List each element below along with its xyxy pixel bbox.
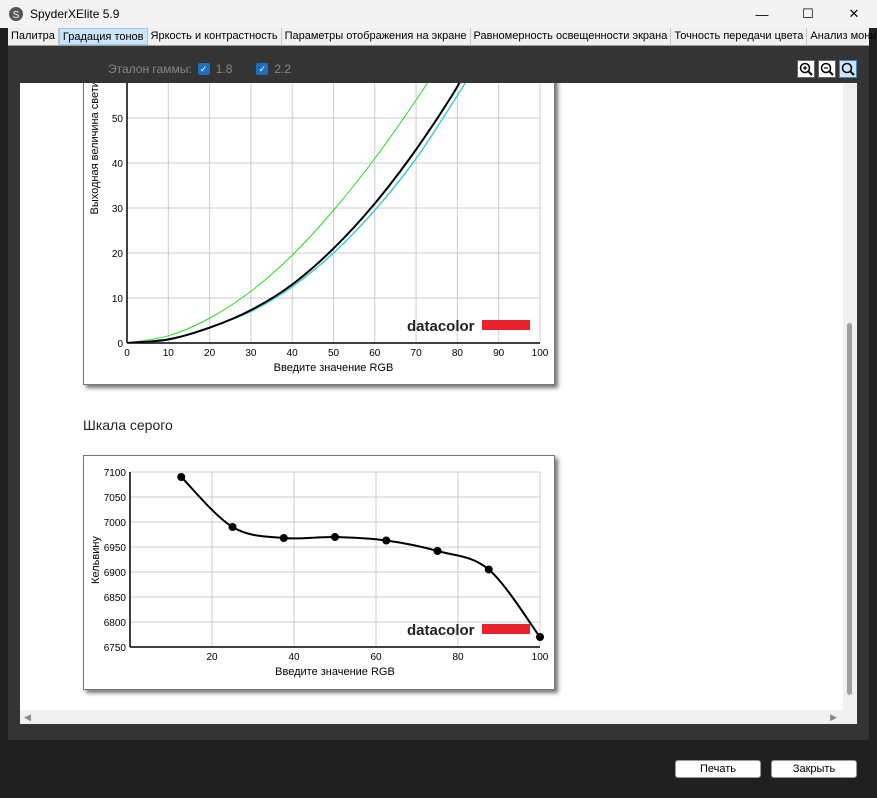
datacolor-logo: datacolor bbox=[407, 622, 475, 639]
print-button[interactable]: Печать bbox=[675, 760, 761, 778]
y-tick-label: 7000 bbox=[104, 518, 127, 529]
tab-bar: Палитра Градация тонов Яркость и контрас… bbox=[8, 28, 877, 46]
tab-color-accuracy[interactable]: Точность передачи цвета bbox=[671, 28, 808, 45]
window-title: SpyderXElite 5.9 bbox=[30, 7, 120, 21]
x-tick-label: 90 bbox=[493, 348, 505, 359]
y-tick-label: 7100 bbox=[104, 468, 127, 479]
x-tick-label: 80 bbox=[452, 652, 464, 663]
gamma-1-8-checkbox[interactable]: ✓ bbox=[197, 63, 210, 75]
datacolor-logo-bar bbox=[482, 320, 530, 330]
zoom-out-button[interactable] bbox=[818, 60, 836, 78]
gamma-2-2-label: 2.2 bbox=[274, 62, 292, 76]
zoom-in-icon bbox=[799, 62, 813, 76]
x-tick-label: 20 bbox=[204, 348, 216, 359]
measured-line bbox=[127, 83, 461, 343]
x-axis-label: Введите значение RGB bbox=[275, 666, 395, 678]
close-button[interactable]: Закрыть bbox=[771, 760, 857, 778]
close-window-button[interactable]: ✕ bbox=[831, 0, 877, 28]
x-tick-label: 0 bbox=[124, 348, 130, 359]
y-tick-label: 6900 bbox=[104, 568, 127, 579]
x-tick-label: 100 bbox=[532, 652, 549, 663]
gamma-1-8-line bbox=[127, 83, 429, 343]
y-tick-label: 20 bbox=[112, 249, 124, 260]
y-tick-label: 30 bbox=[112, 204, 124, 215]
zoom-in-button[interactable] bbox=[797, 60, 815, 78]
x-tick-label: 40 bbox=[287, 348, 299, 359]
magnifier-icon bbox=[841, 62, 855, 76]
zoom-toolbar bbox=[797, 60, 857, 78]
tab-tone-gradation[interactable]: Градация тонов bbox=[58, 28, 148, 45]
zoom-fit-button[interactable] bbox=[839, 60, 857, 78]
gamma-reference-row: Эталон гаммы: ✓ 1.8 ✓ 2.2 bbox=[108, 62, 309, 76]
datacolor-logo-bar bbox=[482, 624, 530, 634]
grayscale-chart-box: 20 40 60 80 100 6750 6800 6850 6900 6950 7000 7050 7… bbox=[83, 455, 555, 690]
grayscale-line bbox=[180, 476, 540, 638]
y-tick-label: 7050 bbox=[104, 493, 127, 504]
x-tick-label: 20 bbox=[206, 652, 218, 663]
zoom-out-icon bbox=[820, 62, 834, 76]
maximize-button[interactable]: ☐ bbox=[785, 0, 831, 28]
y-tick-label: 6850 bbox=[104, 593, 127, 604]
data-point bbox=[484, 565, 493, 574]
vertical-scrollbar[interactable] bbox=[843, 83, 857, 710]
gamma-2-2-line bbox=[127, 83, 466, 343]
horizontal-scrollbar[interactable]: ◀ ▶ bbox=[20, 710, 857, 724]
y-axis-label: Кельвину bbox=[90, 536, 102, 584]
data-point bbox=[536, 633, 544, 641]
gamma-label: Эталон гаммы: bbox=[108, 62, 192, 76]
x-tick-label: 50 bbox=[328, 348, 340, 359]
report-content: 0 10 20 30 40 50 60 70 80 90 100 0 10 20 30 40 50 60 Введи… bbox=[20, 83, 857, 710]
y-tick-label: 40 bbox=[112, 159, 124, 170]
x-tick-label: 10 bbox=[163, 348, 175, 359]
gamma-2-2-checkbox[interactable]: ✓ bbox=[256, 63, 269, 75]
x-tick-label: 30 bbox=[245, 348, 257, 359]
app-icon: S bbox=[9, 7, 23, 21]
tab-brightness-contrast[interactable]: Яркость и контрастность bbox=[148, 28, 282, 45]
x-tick-label: 60 bbox=[370, 652, 382, 663]
tab-palette[interactable]: Палитра bbox=[8, 28, 59, 45]
y-tick-label: 50 bbox=[112, 114, 124, 125]
scroll-right-icon[interactable]: ▶ bbox=[830, 712, 837, 723]
data-point bbox=[177, 473, 186, 481]
y-tick-label: 10 bbox=[112, 294, 124, 305]
data-point bbox=[279, 534, 288, 542]
y-tick-label: 6950 bbox=[104, 543, 127, 554]
tab-monitor-analysis[interactable]: Анализ монитора bbox=[807, 28, 877, 45]
data-point bbox=[331, 533, 339, 541]
data-point bbox=[433, 547, 442, 555]
grayscale-chart: 20 40 60 80 100 6750 6800 6850 6900 6950 7000 7050 7… bbox=[90, 468, 549, 678]
title-bar: S SpyderXElite 5.9 — ☐ ✕ bbox=[0, 0, 877, 28]
y-tick-label: 6800 bbox=[104, 618, 127, 629]
scroll-left-icon[interactable]: ◀ bbox=[24, 712, 31, 723]
x-tick-label: 40 bbox=[288, 652, 300, 663]
x-tick-label: 100 bbox=[532, 348, 549, 359]
y-tick-label: 0 bbox=[117, 339, 123, 350]
tab-screen-uniformity[interactable]: Равномерность освещенности экрана bbox=[471, 28, 672, 45]
vertical-scroll-thumb[interactable] bbox=[847, 323, 852, 695]
x-axis-label: Введите значение RGB bbox=[274, 362, 394, 374]
data-point bbox=[228, 523, 237, 531]
grayscale-section-title: Шкала серого bbox=[83, 417, 173, 433]
minimize-button[interactable]: — bbox=[739, 0, 785, 28]
x-tick-label: 80 bbox=[452, 348, 464, 359]
y-tick-label: 6750 bbox=[104, 643, 127, 654]
x-tick-label: 70 bbox=[411, 348, 423, 359]
gamma-chart: 01020304050607080901000102030405060Введи… bbox=[89, 83, 549, 374]
x-tick-label: 60 bbox=[369, 348, 381, 359]
gamma-1-8-label: 1.8 bbox=[215, 62, 233, 76]
datacolor-logo: datacolor bbox=[407, 318, 475, 335]
data-point bbox=[382, 536, 391, 545]
tab-display-settings[interactable]: Параметры отображения на экране bbox=[282, 28, 471, 45]
gamma-chart-box: 01020304050607080901000102030405060Введи… bbox=[83, 83, 555, 385]
svg-text:S: S bbox=[13, 10, 20, 21]
y-axis-label: Выходная величина светим bbox=[89, 83, 101, 215]
